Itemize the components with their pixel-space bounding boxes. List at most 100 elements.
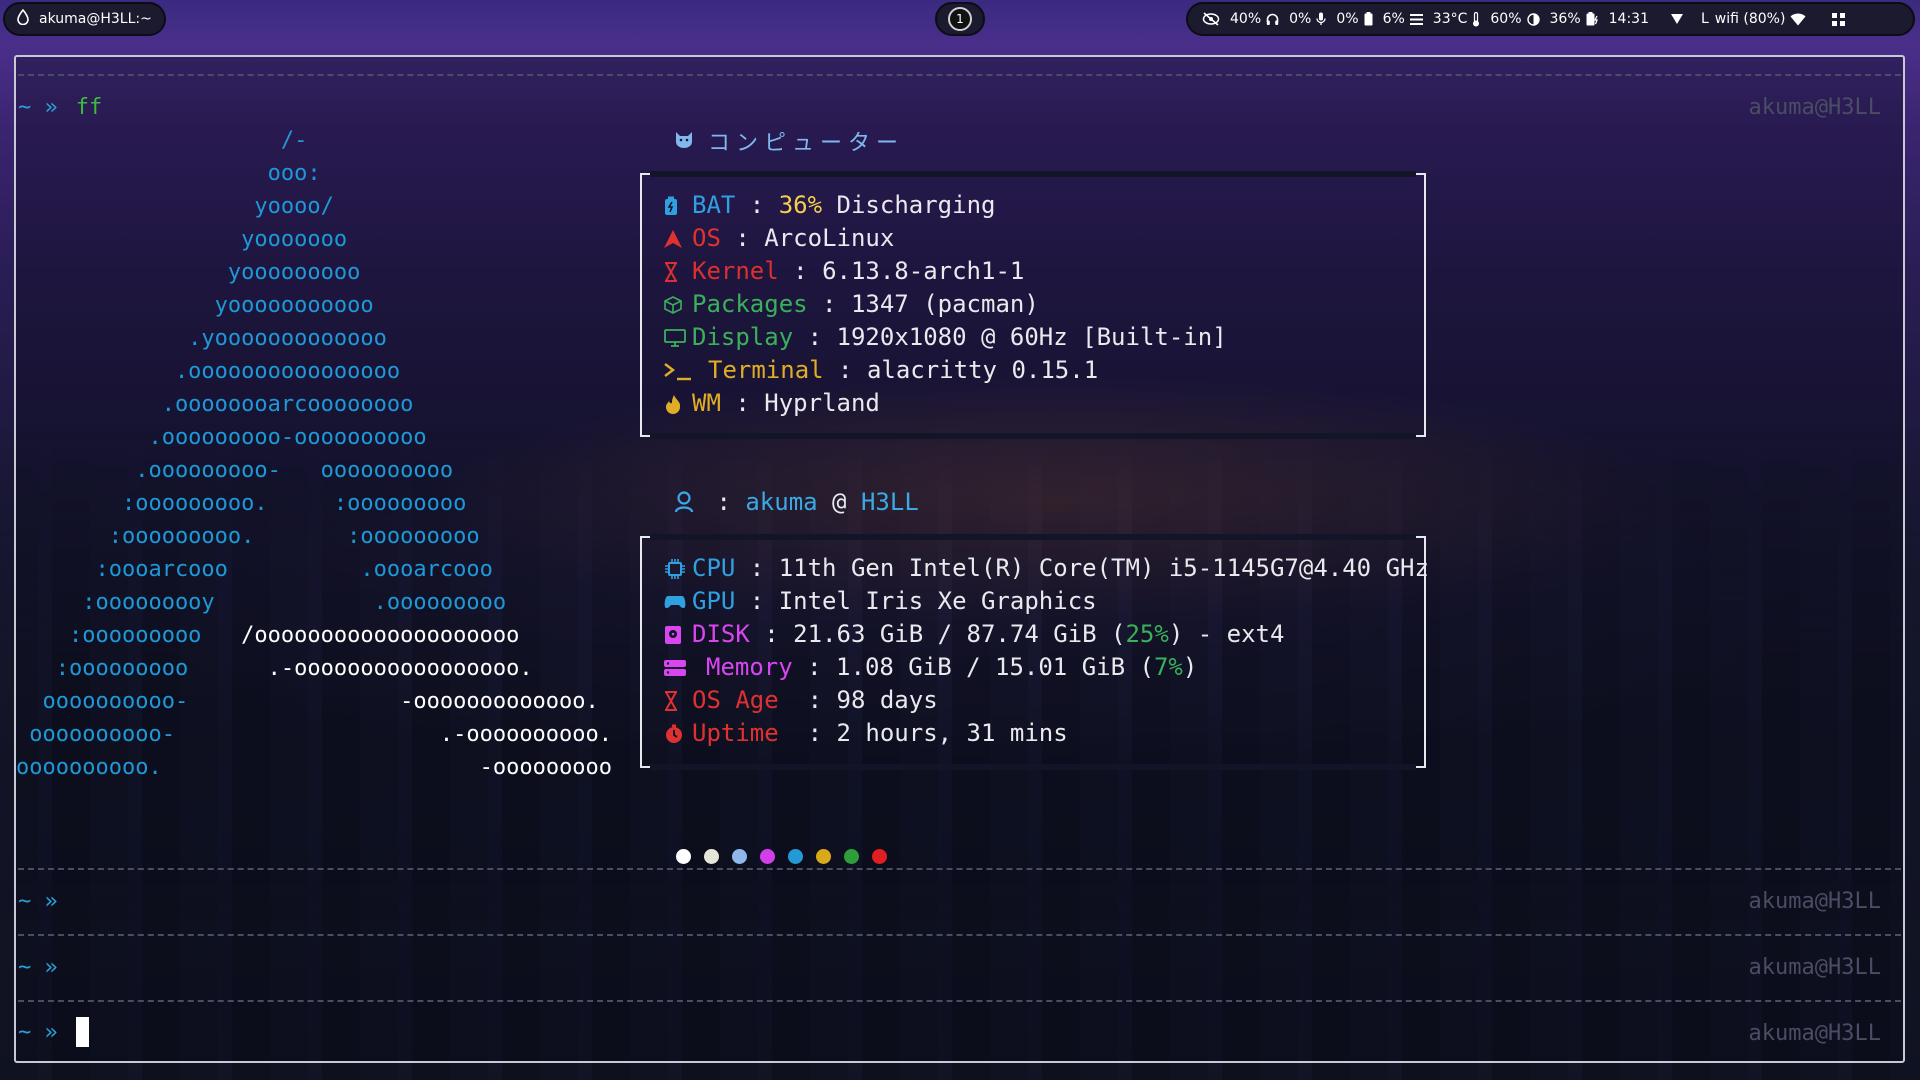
ascii-line: :ooooooooo. :ooooooooo [16,524,480,549]
ascii-line: yooooooo [16,227,348,252]
temperature-module[interactable]: 33°C [1433,11,1481,27]
audio-value: 0% [1289,11,1312,27]
info-row-os-age: OS Age : 98 days [664,684,1429,717]
palette-dot [760,849,775,864]
sep: : [793,323,837,351]
sep: : [778,257,823,285]
os-value: ArcoLinux [764,224,895,252]
ascii-line: .ooooooooo- oooooooooo [16,458,454,483]
workspace-pill[interactable]: 1 [935,2,985,36]
memory-percent: 7% [1153,653,1183,681]
droplet-icon [17,8,29,29]
battery-charging-icon [1586,12,1599,26]
headphones-icon [1266,13,1279,26]
info-row-uptime: Uptime : 2 hours, 31 mins [664,717,1429,750]
power-menu[interactable] [1832,12,1846,26]
gpu-key: GPU [692,587,736,615]
disk-key: DISK [692,620,750,648]
sep: : [807,290,851,318]
prompt-host: akuma@H3LL [1748,955,1881,980]
user-name: akuma [745,488,818,516]
audio-module[interactable]: 0% [1289,11,1326,27]
prompt-symbol: ~ » [18,889,58,914]
info-row-kernel: Kernel : 6.13.8-arch1-1 [664,255,1227,288]
cpu-key: CPU [692,554,736,582]
cpu-module[interactable]: 40% [1230,11,1279,27]
uptime-key: Uptime [692,719,779,747]
top-bar: akuma@H3LL:~ 1 40% 0% 0% 6% 33°C 60% 36%… [0,0,1920,40]
cpu-value: 40% [1230,11,1262,27]
info-row-display: Display : 1920x1080 @ 60Hz [Built-in] [664,321,1227,354]
ascii-line: .oooooooooooooooo [16,359,401,384]
microphone-icon [1316,12,1326,26]
display-value: 1920x1080 @ 60Hz [Built-in] [836,323,1227,351]
cat-icon [674,129,694,154]
window-title: akuma@H3LL:~ [39,11,152,27]
os-age-value: : 98 days [778,686,938,714]
info-row-memory: Memory : 1.08 GiB / 15.01 GiB (7%) [664,651,1429,684]
terminal-window[interactable]: ~ » ff akuma@H3LL /- ooo: yoooo/ yoooooo… [14,55,1905,1063]
os-key: OS [692,224,721,252]
mic-module[interactable]: 0% [1336,11,1373,27]
ascii-line: :oooarcooo .oooarcooo [16,557,493,582]
display-key: Display [692,323,794,351]
ascii-line: yooooooooooo [16,293,374,318]
menu-lines-icon [1409,13,1423,25]
memory-value: : 1.08 GiB / 15.01 GiB ( [792,653,1154,681]
battery-percent: 36% [778,191,823,219]
idle-inhibitor[interactable] [1202,12,1220,26]
keyboard-layout-value: L [1700,11,1709,27]
palette-dot [816,849,831,864]
packages-key: Packages [692,290,808,318]
palette-dot [704,849,719,864]
battery-icon [664,196,692,216]
active-window-pill[interactable]: akuma@H3LL:~ [3,2,166,36]
battery-small-icon [1364,12,1373,26]
grid-icon [1832,12,1846,26]
network-module[interactable]: wifi (80%) [1715,11,1807,27]
thermometer-icon [1472,11,1480,27]
brightness-module[interactable]: 60% [1490,11,1540,27]
keyboard-layout-module[interactable]: L [1701,11,1709,27]
info-row-os: OS : ArcoLinux [664,222,1227,255]
ascii-line: oooooooooo- -ooooooooooooo. [16,689,599,714]
prompt-separator [18,868,1901,870]
palette-dot [676,849,691,864]
palette-dot [788,849,803,864]
prompt-symbol: ~ » [18,95,58,120]
disk-value: : 21.63 GiB / 87.74 GiB ( [749,620,1126,648]
system-info-box: BAT : 36% Discharging OS : ArcoLinux Ker… [640,171,1426,439]
info-row-terminal: Terminal : alacritty 0.15.1 [664,354,1227,387]
cpu-chip-icon [664,558,692,580]
kernel-value: 6.13.8-arch1-1 [822,257,1025,285]
brightness-icon [1526,12,1540,26]
host-name: H3LL [860,488,919,516]
wifi-value: wifi (80%) [1714,11,1786,27]
ascii-line: .yooooooooooooo [16,326,387,351]
info-row-packages: Packages : 1347 (pacman) [664,288,1227,321]
ascii-line: .ooooooooo-oooooooooo [16,425,427,450]
battery-module[interactable]: 36% [1550,11,1599,27]
sep: : [823,356,867,384]
uptime-value: : 2 hours, 31 mins [778,719,1068,747]
uptime-icon [664,724,692,744]
arcolinux-ascii-logo: /- ooo: yoooo/ yooooooo yooooooooo yoooo… [16,124,612,784]
gpu-value: : Intel Iris Xe Graphics [735,587,1097,615]
notification-module[interactable] [1670,14,1683,24]
prompt-line-1: ~ » ff [18,95,102,120]
user-line: : akuma @ H3LL [674,488,919,516]
wifi-icon [1790,13,1806,26]
fetch-title-text: コンピューター [708,131,905,156]
prompt-line-3: ~ » [18,955,58,980]
terminal-value: alacritty 0.15.1 [866,356,1099,384]
memory-close: ) [1182,653,1198,681]
memory-module[interactable]: 6% [1383,11,1423,27]
fetch-title: コンピューター [674,125,904,157]
text-cursor[interactable] [75,1017,89,1047]
ascii-line: :ooooooooo .-ooooooooooooooooo. [16,656,533,681]
clock-module[interactable]: 14:31 [1609,11,1649,27]
ascii-line: oooooooooo. -ooooooooo [16,755,613,780]
prompt-line-4[interactable]: ~ » [18,1017,89,1047]
workspace-1-button[interactable]: 1 [948,7,972,31]
prompt-symbol: ~ » [18,1019,58,1045]
